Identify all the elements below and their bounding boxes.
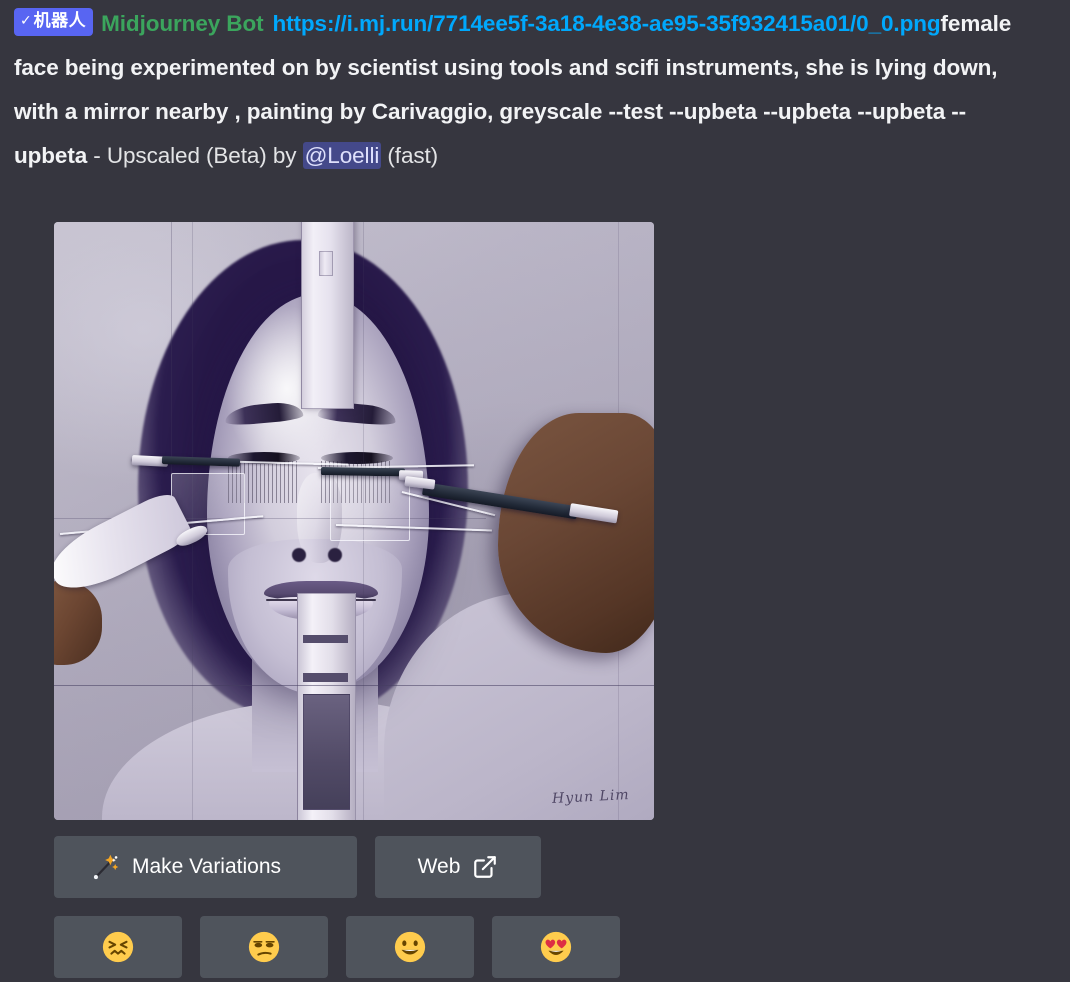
attachment-image[interactable]: Hyun Lim	[54, 222, 654, 820]
external-link-icon	[474, 856, 497, 878]
bot-badge: ✓ 机器人	[14, 8, 94, 36]
make-variations-button[interactable]: Make Variations	[54, 836, 357, 898]
message-content: ✓ 机器人 Midjourney Bot https://i.mj.run/7714e…	[14, 0, 1024, 178]
message-author[interactable]: Midjourney Bot	[101, 11, 263, 36]
unamused-face-icon	[248, 931, 280, 963]
web-label: Web	[417, 855, 461, 878]
message-action-row: Make Variations Web	[54, 836, 541, 898]
attachment-link[interactable]: https://i.mj.run/7714ee5f-3a18-4e38-ae95…	[272, 11, 940, 36]
dark-instrument-box	[303, 694, 350, 811]
strip-notch-upper	[303, 634, 348, 643]
user-mention[interactable]: @Loelli	[302, 142, 382, 169]
reaction-grinning-face-button[interactable]	[346, 916, 474, 978]
confounded-face-icon	[102, 931, 134, 963]
reaction-confounded-face-button[interactable]	[54, 916, 182, 978]
heart-eyes-face-icon	[540, 931, 572, 963]
instrument-pad	[319, 251, 334, 277]
bot-badge-label: 机器人	[33, 11, 87, 30]
reaction-unamused-face-button[interactable]	[200, 916, 328, 978]
reaction-row	[54, 916, 620, 978]
right-lens	[330, 473, 410, 541]
strip-notch-lower	[303, 673, 348, 682]
verified-check-icon: ✓	[20, 12, 32, 28]
discord-message-view: ✓ 机器人 Midjourney Bot https://i.mj.run/7714e…	[0, 0, 1070, 982]
make-variations-label: Make Variations	[132, 855, 282, 878]
magic-wand-icon	[93, 854, 119, 880]
reaction-heart-eyes-face-button[interactable]	[492, 916, 620, 978]
web-button[interactable]: Web	[375, 836, 541, 898]
message-separator: -	[87, 143, 107, 168]
artwork: Hyun Lim	[54, 222, 654, 820]
grinning-face-icon	[394, 931, 426, 963]
speed-label: (fast)	[381, 143, 439, 168]
message-body: ✓ 机器人 Midjourney Bot https://i.mj.run/7714e…	[0, 0, 1024, 178]
action-label: Upscaled (Beta) by	[106, 143, 303, 168]
guide-line-h1	[54, 685, 654, 687]
forehead-instrument-strip	[301, 222, 355, 410]
